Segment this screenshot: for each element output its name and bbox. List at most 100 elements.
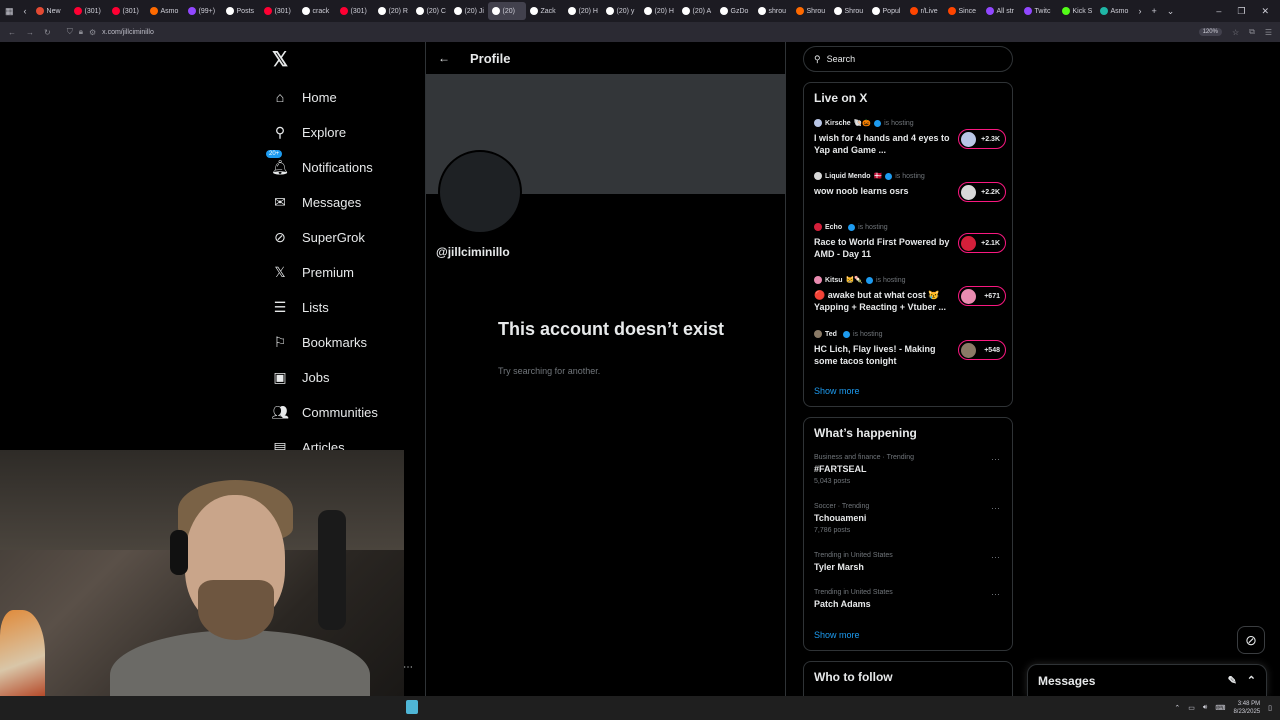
language-icon[interactable]: ⌨ [1215,704,1225,712]
nav-item-jobs[interactable]: ▣ Jobs [272,364,329,390]
browser-tab[interactable]: GzDo [716,2,754,20]
extensions-icon[interactable]: ⧉ [1249,27,1255,37]
live-listener-count[interactable]: +2.3K [958,129,1006,149]
live-item[interactable]: Echo is hosting Race to World First Powere… [814,223,1006,260]
live-item[interactable]: Kirsche 🐚🎃 is hosting I wish for 4 hands an… [814,119,1006,156]
tab-label: (20) C [426,7,446,15]
close-window-icon[interactable]: ✕ [1256,6,1274,17]
nav-item-premium[interactable]: 𝕏 Premium [272,259,354,285]
browser-tab[interactable]: (301) [108,2,146,20]
browser-tab[interactable]: Popul [868,2,906,20]
live-item[interactable]: Ted is hosting HC Lich, Flay lives! - Maki… [814,330,1006,367]
browser-tab[interactable]: (20) [487,2,526,20]
who-to-follow-title: Who to follow [814,670,893,684]
live-item[interactable]: Kitsu 😸🍡 is hosting 🔴 awake but at what cos… [814,276,1006,313]
profile-column: ← Profile @jillciminillo This account do… [425,42,786,696]
nav-item-lists[interactable]: ☰ Lists [272,294,329,320]
live-stream-title: wow noob learns osrs [814,186,909,196]
taskbar-app-icon[interactable] [406,700,418,714]
trend-item[interactable]: Trending in United States Patch Adams ⋯ [814,589,1006,609]
more-options-icon[interactable]: ⋯ [991,503,1000,514]
browser-tab[interactable]: (301) [70,2,108,20]
new-tab-icon[interactable]: + [1147,6,1162,16]
more-options-icon[interactable]: ⋯ [991,454,1000,465]
browser-tab[interactable]: Kick S [1058,2,1096,20]
browser-tab[interactable]: All str [982,2,1020,20]
messages-drawer[interactable]: Messages ✎ ⌃ [1027,664,1267,696]
new-message-icon[interactable]: ✎ [1228,674,1237,687]
browser-tab[interactable]: Shrou [830,2,868,20]
live-listener-count[interactable]: +548 [958,340,1006,360]
live-listener-count[interactable]: +671 [958,286,1006,306]
x-logo-icon[interactable]: 𝕏 [272,50,292,70]
browser-tab[interactable]: r/Live [906,2,944,20]
tray-chevron-icon[interactable]: ⌃ [1174,704,1180,712]
nav-item-label: Notifications [302,159,373,175]
browser-tab[interactable]: (20) Ji [450,2,488,20]
trend-item[interactable]: Soccer · Trending Tchouameni 7,786 posts ⋯ [814,503,1006,534]
nav-item-communities[interactable]: 👥︎ Communities [271,399,378,425]
nav-item-bookmarks[interactable]: ⚐ Bookmarks [272,329,367,355]
zoom-level[interactable]: 120% [1198,28,1222,36]
expand-drawer-icon[interactable]: ⌃ [1247,674,1256,687]
browser-tab[interactable]: (301) [336,2,374,20]
menu-icon[interactable]: ☰ [1265,28,1272,37]
browser-tab[interactable]: Since [944,2,982,20]
tab-label: shrou [768,7,787,15]
browser-tab[interactable]: crack [298,2,336,20]
forward-icon[interactable]: → [26,28,34,37]
tab-list-icon[interactable]: ⌄ [1162,6,1180,17]
trend-category: Trending in United States [814,552,893,559]
nav-item-home[interactable]: ⌂ Home [272,84,337,110]
nav-item-label: Jobs [302,369,330,385]
browser-tab[interactable]: (20) H [640,2,678,20]
back-icon[interactable]: ← [8,28,16,37]
bookmark-star-icon[interactable]: ☆ [1232,28,1239,37]
browser-tab[interactable]: Shrou [792,2,830,20]
browser-tab[interactable]: (20) H [564,2,602,20]
live-listener-count[interactable]: +2.2K [958,182,1006,202]
browser-tab[interactable]: Twitc [1020,2,1058,20]
browser-tab[interactable]: (99+) [184,2,222,20]
tab-favicon-icon [301,7,310,15]
more-options-icon[interactable]: ⋯ [991,552,1000,563]
volume-icon[interactable]: 🔊︎ [1203,704,1207,712]
nav-item-notifications[interactable]: 20+ 🔔︎ Notifications [266,150,373,180]
live-listener-count[interactable]: +2.1K [958,233,1006,253]
browser-tab[interactable]: (20) A [678,2,716,20]
browser-tab[interactable]: New [32,2,70,20]
search-input[interactable]: ⚲ Search [803,46,1013,72]
browser-tab[interactable]: shrou [754,2,792,20]
browser-tab[interactable]: (20) C [412,2,450,20]
tab-scroll-left-icon[interactable]: ‹ [19,6,32,16]
nav-item-messages[interactable]: ✉ Messages [272,189,361,215]
more-options-icon[interactable]: ⋯ [991,589,1000,600]
minimize-icon[interactable]: – [1211,6,1226,17]
nav-item-explore[interactable]: ⚲ Explore [272,119,346,145]
live-show-more-link[interactable]: Show more [814,386,860,396]
reload-icon[interactable]: ↻ [44,28,51,37]
browser-tab[interactable]: Asmo [1096,2,1134,20]
live-item[interactable]: Liquid Mendo 🇩🇰 is hosting wow noob learns … [814,172,1006,202]
nav-item-supergrok[interactable]: ⊘ SuperGrok [272,224,365,250]
back-arrow-icon[interactable]: ← [438,51,450,65]
tab-overview-icon[interactable]: ▦ [0,6,19,17]
restore-icon[interactable]: ❐ [1232,6,1250,17]
grok-button[interactable]: ⊘ [1237,626,1265,654]
list-icon: ☰ [273,298,287,315]
more-options-icon[interactable]: ⋯ [403,662,413,673]
notifications-tray-icon[interactable]: ▯ [1268,704,1272,712]
network-icon[interactable]: ▭ [1188,704,1195,712]
trend-item[interactable]: Trending in United States Tyler Marsh ⋯ [814,552,1006,572]
browser-tab[interactable]: (301) [260,2,298,20]
tab-scroll-right-icon[interactable]: › [1134,6,1147,16]
browser-tab[interactable]: (20) R [374,2,412,20]
trend-item[interactable]: Business and finance · Trending #FARTSEAL… [814,454,1006,485]
address-bar[interactable]: ⛉ 🔒︎ ⚙ x.com/jillciminillo [61,25,1189,39]
trends-show-more-link[interactable]: Show more [814,630,860,640]
browser-tab[interactable]: Asmo [146,2,184,20]
browser-tab[interactable]: (20) y [602,2,640,20]
browser-tab[interactable]: Posts [222,2,260,20]
clock[interactable]: 3:48 PM 8/23/2025 [1233,700,1260,716]
browser-tab[interactable]: Zack [526,2,564,20]
